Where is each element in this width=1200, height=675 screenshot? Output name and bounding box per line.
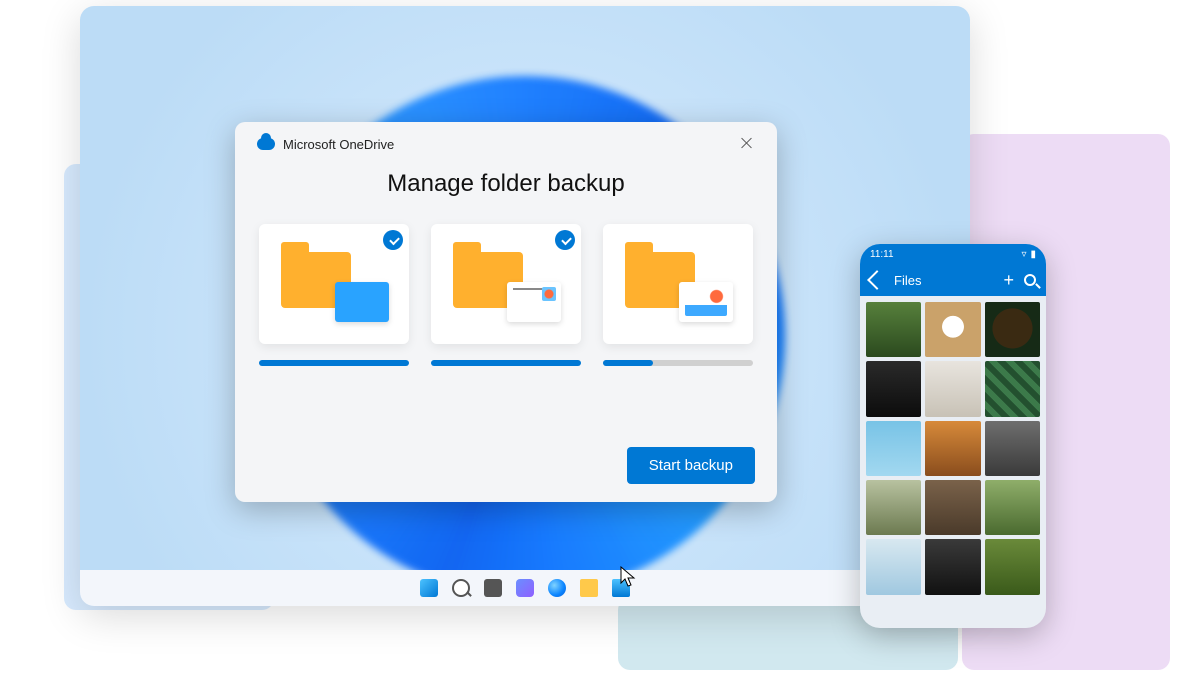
wifi-icon: ▿ [1021, 249, 1026, 260]
photo-thumbnail[interactable] [925, 421, 980, 476]
task-view-icon[interactable] [484, 579, 502, 597]
photo-thumbnail[interactable] [985, 421, 1040, 476]
file-explorer-icon[interactable] [580, 579, 598, 597]
checkmark-icon [383, 230, 403, 250]
add-icon[interactable]: + [1003, 271, 1014, 289]
windows-taskbar [80, 570, 970, 606]
folder-card-desktop[interactable] [259, 224, 409, 366]
close-icon[interactable] [739, 136, 755, 152]
onedrive-backup-dialog: Microsoft OneDrive Manage folder backup [235, 122, 777, 502]
photo-thumbnail[interactable] [866, 539, 921, 594]
progress-bar [259, 360, 409, 366]
photo-thumbnail[interactable] [985, 539, 1040, 594]
phone-app-header: Files + [860, 264, 1046, 296]
progress-bar [431, 360, 581, 366]
photo-thumbnail[interactable] [866, 480, 921, 535]
backup-folder-cards [257, 224, 755, 366]
desktop-thumbnail [335, 282, 389, 322]
edge-icon[interactable] [548, 579, 566, 597]
photo-thumbnail[interactable] [866, 421, 921, 476]
phone-header-title: Files [894, 273, 921, 288]
checkmark-icon [555, 230, 575, 250]
folder-card-documents[interactable] [431, 224, 581, 366]
photo-thumbnail[interactable] [925, 539, 980, 594]
onedrive-icon [257, 138, 275, 150]
photo-thumbnail[interactable] [925, 302, 980, 357]
photo-thumbnail[interactable] [985, 302, 1040, 357]
progress-bar [603, 360, 753, 366]
back-icon[interactable] [867, 270, 887, 290]
dialog-app-title: Microsoft OneDrive [283, 137, 394, 152]
folder-card-pictures[interactable] [603, 224, 753, 366]
search-icon[interactable] [1024, 274, 1036, 286]
document-thumbnail [507, 282, 561, 322]
photo-thumbnail[interactable] [985, 480, 1040, 535]
photo-thumbnail[interactable] [866, 302, 921, 357]
photo-thumbnail[interactable] [985, 361, 1040, 416]
photo-thumbnail[interactable] [925, 480, 980, 535]
desktop-screen: Microsoft OneDrive Manage folder backup [80, 6, 970, 606]
phone-status-bar: 11:11 ▿ ▮ [860, 244, 1046, 264]
phone-mockup: 11:11 ▿ ▮ Files + [860, 244, 1046, 628]
search-icon[interactable] [452, 579, 470, 597]
dialog-heading: Manage folder backup [257, 170, 755, 198]
dialog-titlebar: Microsoft OneDrive [257, 136, 755, 152]
photo-thumbnail[interactable] [866, 361, 921, 416]
picture-thumbnail [679, 282, 733, 322]
phone-time: 11:11 [870, 249, 894, 260]
photo-thumbnail[interactable] [925, 361, 980, 416]
widgets-icon[interactable] [516, 579, 534, 597]
phone-photo-grid [860, 296, 1046, 601]
cursor-icon [620, 566, 636, 588]
start-backup-button[interactable]: Start backup [627, 447, 755, 484]
start-icon[interactable] [420, 579, 438, 597]
signal-icon: ▮ [1030, 249, 1036, 260]
